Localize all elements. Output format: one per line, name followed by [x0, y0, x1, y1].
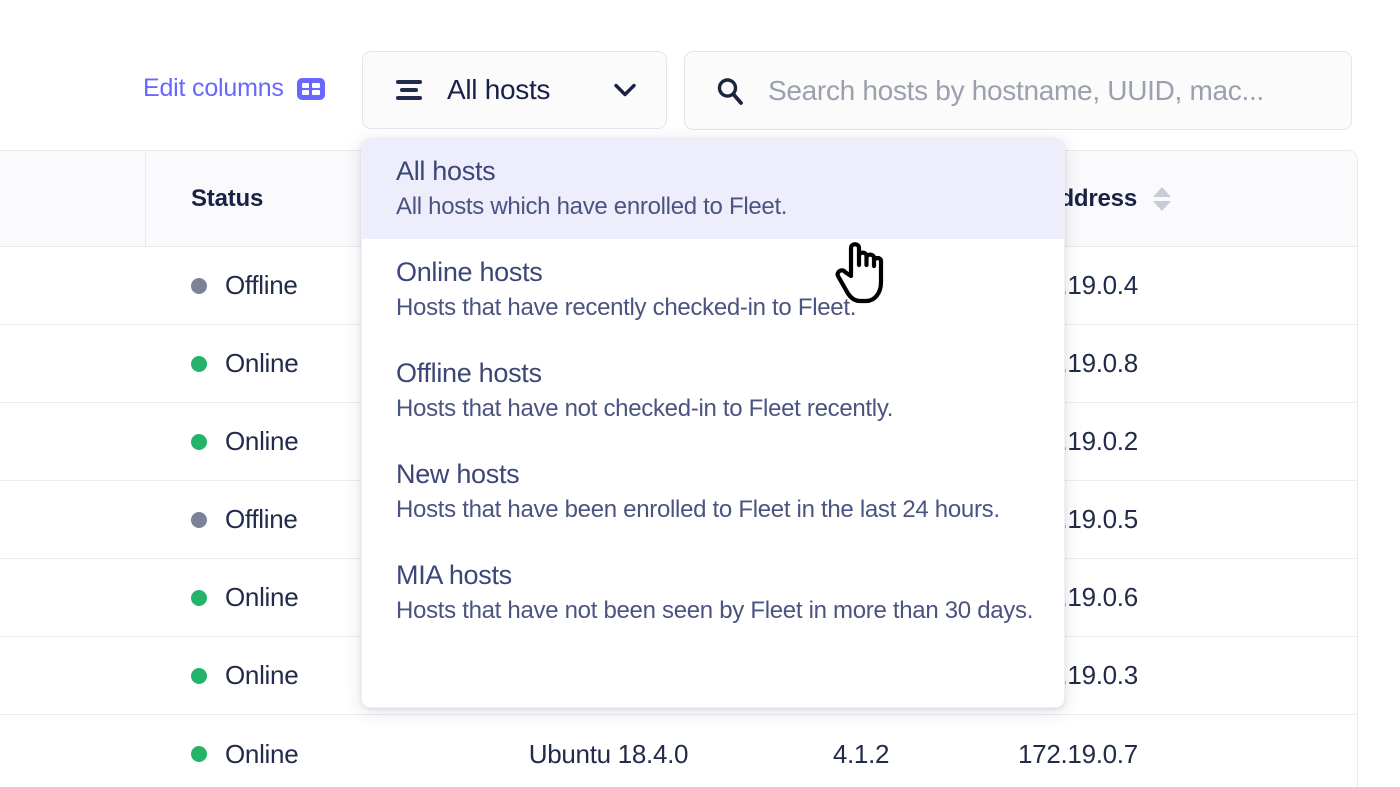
status-dot: [191, 277, 207, 294]
dropdown-item[interactable]: MIA hosts Hosts that have not been seen b…: [362, 542, 1064, 643]
row-cell-blank-left: [0, 637, 146, 714]
sort-arrows-icon[interactable]: [1152, 185, 1171, 213]
dropdown-item-description: Hosts that have recently checked-in to F…: [396, 294, 857, 321]
row-cell-blank-left: [0, 481, 146, 558]
dropdown-item[interactable]: Offline hosts Hosts that have not checked…: [362, 340, 1064, 441]
dropdown-item-list: All hosts All hosts which have enrolled t…: [362, 138, 1064, 643]
dropdown-item-description: Hosts that have not checked-in to Fleet …: [396, 395, 894, 422]
host-filter-dropdown-button[interactable]: All hosts: [362, 51, 667, 129]
status-label: Offline: [225, 504, 298, 534]
chevron-down-icon: [614, 83, 636, 97]
dropdown-item-title: Offline hosts: [396, 358, 542, 388]
search-hosts-field[interactable]: Search hosts by hostname, UUID, mac...: [684, 51, 1352, 130]
row-cell-blank-left: [0, 247, 146, 324]
search-input-placeholder: Search hosts by hostname, UUID, mac...: [768, 74, 1264, 106]
dropdown-item-title: All hosts: [396, 156, 496, 186]
table-row[interactable]: Online Ubuntu 18.4.0 4.1.2 172.19.0.7: [0, 715, 1357, 787]
status-dot: [191, 355, 207, 372]
dropdown-item-description: Hosts that have been enrolled to Fleet i…: [396, 496, 1000, 523]
dropdown-item-description: All hosts which have enrolled to Fleet.: [396, 193, 788, 220]
row-cell-blank-left: [0, 559, 146, 636]
host-filter-dropdown-menu[interactable]: All hosts All hosts which have enrolled t…: [361, 138, 1065, 708]
status-dot: [191, 746, 207, 762]
row-cell-blank-left: [0, 715, 146, 787]
row-cell-blank-left: [0, 403, 146, 480]
dropdown-item[interactable]: New hosts Hosts that have been enrolled t…: [362, 441, 1064, 542]
search-icon: [717, 77, 743, 105]
column-header-blank-left: [0, 151, 146, 246]
row-cell-os: Ubuntu 18.4.0: [528, 738, 689, 769]
status-label: Online: [225, 660, 299, 690]
hosts-page: Edit columns All hosts Search hosts by h…: [0, 0, 1400, 787]
status-label: Online: [225, 738, 299, 769]
status-dot: [191, 511, 207, 528]
row-cell-osquery-version: 4.1.2: [832, 738, 890, 769]
dropdown-item[interactable]: All hosts All hosts which have enrolled t…: [362, 138, 1064, 239]
status-label: Offline: [225, 270, 298, 300]
hamburger-icon: [396, 80, 422, 100]
dropdown-item-title: New hosts: [396, 459, 520, 489]
status-label: Online: [225, 582, 299, 612]
status-label: Online: [225, 426, 299, 456]
status-label: Online: [225, 348, 299, 378]
edit-columns-button[interactable]: Edit columns: [143, 74, 325, 103]
dropdown-item-title: Online hosts: [396, 257, 543, 287]
row-cell-blank-left: [0, 325, 146, 402]
edit-columns-label: Edit columns: [143, 74, 284, 102]
status-dot: [191, 667, 207, 684]
dropdown-item[interactable]: Online hosts Hosts that have recently che…: [362, 239, 1064, 340]
row-cell-ip-address: 172.19.0.7: [1018, 738, 1138, 769]
filter-selected-label: All hosts: [447, 74, 551, 105]
status-dot: [191, 433, 207, 450]
row-cell-status: Online: [146, 715, 471, 787]
dropdown-item-description: Hosts that have not been seen by Fleet i…: [396, 597, 1034, 624]
dropdown-item-title: MIA hosts: [396, 560, 512, 590]
table-columns-icon: [296, 77, 325, 100]
status-dot: [191, 589, 207, 606]
